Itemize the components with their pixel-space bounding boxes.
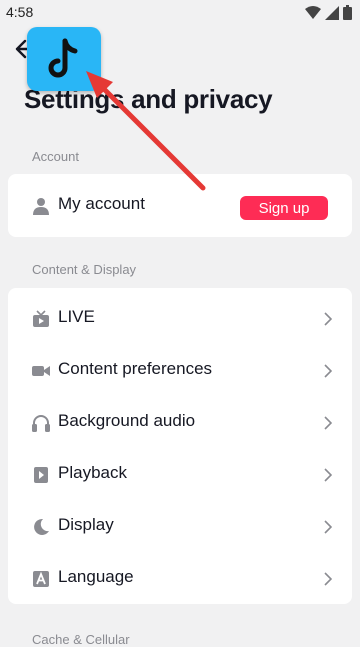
chevron-right-icon	[324, 468, 332, 482]
settings-item-label: LIVE	[58, 307, 95, 326]
chevron-right-icon	[324, 364, 332, 378]
settings-item-display[interactable]: Display	[8, 501, 352, 553]
settings-item-content-preferences[interactable]: Content preferences	[8, 345, 352, 397]
settings-item-label: Display	[58, 515, 114, 534]
status-icons	[305, 5, 352, 20]
settings-item-label: My account	[58, 194, 145, 213]
signal-icon	[325, 5, 339, 20]
wifi-icon	[305, 5, 321, 19]
settings-item-background-audio[interactable]: Background audio	[8, 397, 352, 449]
settings-item-label: Background audio	[58, 411, 196, 430]
moon-icon	[34, 518, 49, 535]
play-icon	[34, 467, 48, 483]
sign-up-button[interactable]: Sign up	[240, 196, 328, 220]
status-bar: 4:58	[0, 0, 360, 26]
account-card: My account Sign up	[8, 174, 352, 237]
settings-item-language[interactable]: Language	[8, 553, 352, 605]
language-a-icon	[33, 571, 49, 587]
settings-item-live[interactable]: LIVE	[8, 293, 352, 345]
settings-item-playback[interactable]: Playback	[8, 449, 352, 501]
chevron-right-icon	[324, 572, 332, 586]
tv-icon	[33, 310, 49, 327]
status-time: 4:58	[6, 4, 34, 20]
headphones-icon	[32, 415, 50, 432]
battery-icon	[343, 5, 352, 20]
settings-item-label: Content preferences	[58, 359, 213, 378]
settings-item-label: Language	[58, 567, 134, 586]
chevron-right-icon	[324, 312, 332, 326]
chevron-right-icon	[324, 416, 332, 430]
section-label-content-display: Content & Display	[32, 262, 137, 277]
section-label-account: Account	[32, 149, 79, 164]
settings-item-label: Playback	[58, 463, 127, 482]
video-camera-icon	[32, 366, 50, 376]
person-icon	[33, 198, 49, 215]
tiktok-app-icon	[27, 27, 101, 91]
tiktok-note-icon	[48, 38, 78, 78]
chevron-right-icon	[324, 520, 332, 534]
content-display-card: LIVE Content preferences Background audi…	[8, 288, 352, 604]
